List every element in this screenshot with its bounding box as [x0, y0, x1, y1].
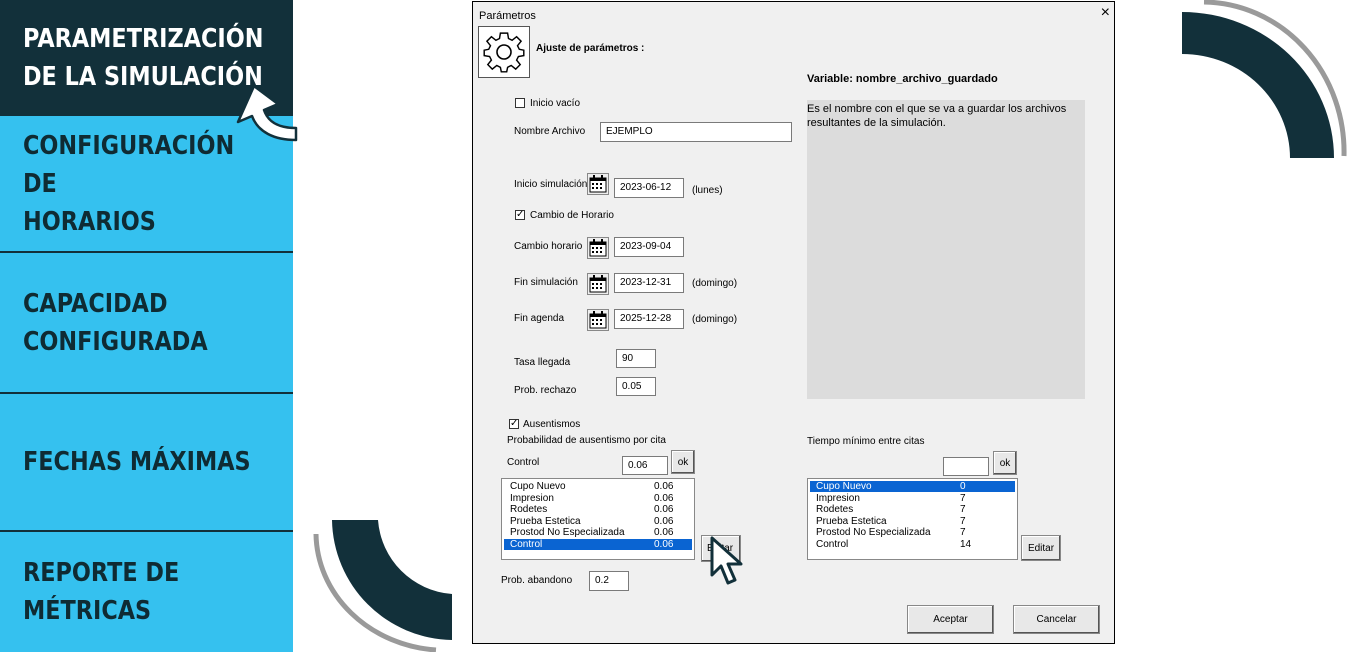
aceptar-button[interactable]: Aceptar — [907, 605, 994, 634]
list-item-value: 0.06 — [654, 515, 674, 527]
prob-abandono-label: Prob. abandono — [501, 575, 573, 586]
inicio-simulacion-day: (lunes) — [692, 185, 723, 196]
list-item-name: Impresion — [510, 492, 554, 504]
list-item-name: Prostod No Especializada — [816, 527, 931, 539]
prob-ausentismo-label: Probabilidad de ausentismo por cita — [507, 435, 666, 446]
calendar-icon[interactable] — [587, 237, 609, 259]
list-item[interactable]: Impresion 7 — [810, 493, 1015, 504]
cambio-de-horario-checkbox[interactable]: ✓ — [515, 210, 525, 220]
nav-item-fechas[interactable]: FECHAS MÁXIMAS — [0, 394, 293, 530]
list-item-value: 7 — [960, 527, 966, 539]
fin-simulacion-label: Fin simulación — [514, 277, 578, 288]
list-item[interactable]: Prueba Estetica 0.06 — [504, 516, 692, 527]
list-item[interactable]: Prostod No Especializada 7 — [810, 527, 1015, 538]
list-item-name: Rodetes — [816, 504, 854, 516]
calendar-icon[interactable] — [587, 273, 609, 295]
list-item[interactable]: Rodetes 7 — [810, 504, 1015, 515]
ausentismo-list[interactable]: Cupo Nuevo 0.06 Impresion 0.06 Rodetes 0.06 Pr… — [501, 478, 695, 560]
fin-simulacion-field[interactable]: 2023-12-31 — [614, 273, 684, 293]
ausentismo-value-field[interactable]: 0.06 — [622, 456, 668, 475]
fin-agenda-field[interactable]: 2025-12-28 — [614, 309, 684, 329]
nav-item-label: CONFIGURACIÓN DE HORARIOS — [23, 130, 235, 237]
nombre-archivo-field[interactable]: EJEMPLO — [600, 122, 792, 142]
nav-item-capacidad[interactable]: CAPACIDAD CONFIGURADA — [0, 253, 293, 392]
cambio-horario-field[interactable]: 2023-09-04 — [614, 237, 684, 257]
list-item-value: 0.06 — [654, 539, 674, 550]
close-icon[interactable]: × — [1101, 5, 1110, 21]
list-item-value: 0.06 — [654, 492, 674, 504]
ausentismo-ok-button[interactable]: ok — [671, 450, 695, 474]
list-item[interactable]: Control 14 — [810, 539, 1015, 550]
gear-icon — [478, 26, 530, 78]
ausentismo-selected-label: Control — [507, 457, 540, 468]
list-item-value: 0.06 — [654, 527, 674, 539]
tasa-llegada-field[interactable]: 90 — [616, 349, 656, 368]
inicio-simulacion-label: Inicio simulación — [514, 179, 588, 190]
nav-item-label: CAPACIDAD CONFIGURADA — [23, 288, 208, 357]
variable-description: Es el nombre con el que se va a guardar … — [807, 100, 1085, 399]
inicio-vacio-checkbox[interactable] — [515, 98, 525, 108]
list-item-name: Impresion — [816, 492, 860, 504]
decorative-arc-icon — [313, 520, 452, 652]
tiempo-minimo-edit-button[interactable]: Editar — [1021, 535, 1061, 561]
tiempo-minimo-ok-button[interactable]: ok — [993, 451, 1017, 475]
tasa-llegada-label: Tasa llegada — [514, 357, 571, 368]
tiempo-minimo-label: Tiempo mínimo entre citas — [807, 436, 925, 447]
inicio-vacio-label: Inicio vacío — [530, 98, 581, 109]
list-item[interactable]: Rodetes 0.06 — [504, 504, 692, 515]
list-item[interactable]: Cupo Nuevo 0 — [810, 481, 1015, 492]
list-item-value: 7 — [960, 515, 966, 527]
list-item-name: Control — [510, 539, 543, 550]
cancelar-button[interactable]: Cancelar — [1013, 605, 1100, 634]
list-item[interactable]: Prueba Estetica 7 — [810, 516, 1015, 527]
list-item-value: 7 — [960, 492, 966, 504]
mouse-pointer-icon — [710, 536, 743, 585]
list-item-name: Cupo Nuevo — [510, 481, 566, 492]
ausentismos-checkbox[interactable]: ✓ — [509, 419, 519, 429]
list-item-name: Prostod No Especializada — [510, 527, 625, 539]
nav-item-reporte[interactable]: REPORTE DE MÉTRICAS — [0, 532, 293, 652]
nav-item-label: REPORTE DE MÉTRICAS — [23, 558, 180, 626]
dialog-title: Parámetros — [479, 10, 536, 22]
tiempo-minimo-field[interactable] — [943, 457, 989, 476]
list-item-name: Rodetes — [510, 504, 548, 516]
list-item[interactable]: Control 0.06 — [504, 539, 692, 550]
nav-item-label: PARAMETRIZACIÓN DE LA SIMULACIÓN — [23, 24, 264, 92]
list-item-value: 0.06 — [654, 481, 674, 492]
calendar-icon[interactable] — [587, 309, 609, 331]
list-item-value: 0 — [960, 481, 966, 492]
curved-arrow-icon — [236, 84, 298, 142]
list-item-name: Cupo Nuevo — [816, 481, 872, 492]
fin-simulacion-day: (domingo) — [692, 278, 738, 289]
fin-agenda-label: Fin agenda — [514, 313, 565, 324]
nav-item-label: FECHAS MÁXIMAS — [23, 447, 251, 477]
list-item[interactable]: Cupo Nuevo 0.06 — [504, 481, 692, 492]
list-item[interactable]: Impresion 0.06 — [504, 493, 692, 504]
list-item[interactable]: Prostod No Especializada 0.06 — [504, 527, 692, 538]
list-item-name: Prueba Estetica — [816, 515, 887, 527]
fin-agenda-day: (domingo) — [692, 314, 738, 325]
dialog-header: Ajuste de parámetros : — [536, 43, 645, 54]
prob-rechazo-field[interactable]: 0.05 — [616, 377, 656, 396]
tiempo-minimo-list[interactable]: Cupo Nuevo 0 Impresion 7 Rodetes 7 Prueba Este… — [807, 478, 1018, 560]
list-item-value: 0.06 — [654, 504, 674, 516]
inicio-simulacion-field[interactable]: 2023-06-12 — [614, 178, 684, 198]
calendar-icon[interactable] — [587, 173, 609, 195]
cambio-de-horario-label: Cambio de Horario — [530, 210, 614, 221]
list-item-value: 14 — [960, 539, 972, 550]
parametros-dialog: Parámetros × Ajuste de parámetros : Inic… — [472, 1, 1115, 644]
ausentismos-label: Ausentismos — [523, 419, 581, 430]
decorative-arc-icon — [1182, 0, 1347, 158]
nombre-archivo-label: Nombre Archivo — [514, 126, 586, 137]
prob-abandono-field[interactable]: 0.2 — [589, 571, 629, 591]
list-item-value: 7 — [960, 504, 966, 516]
variable-title: Variable: nombre_archivo_guardado — [807, 73, 998, 85]
list-item-name: Control — [816, 539, 849, 550]
cambio-horario-label: Cambio horario — [514, 241, 583, 252]
list-item-name: Prueba Estetica — [510, 515, 581, 527]
prob-rechazo-label: Prob. rechazo — [514, 385, 577, 396]
